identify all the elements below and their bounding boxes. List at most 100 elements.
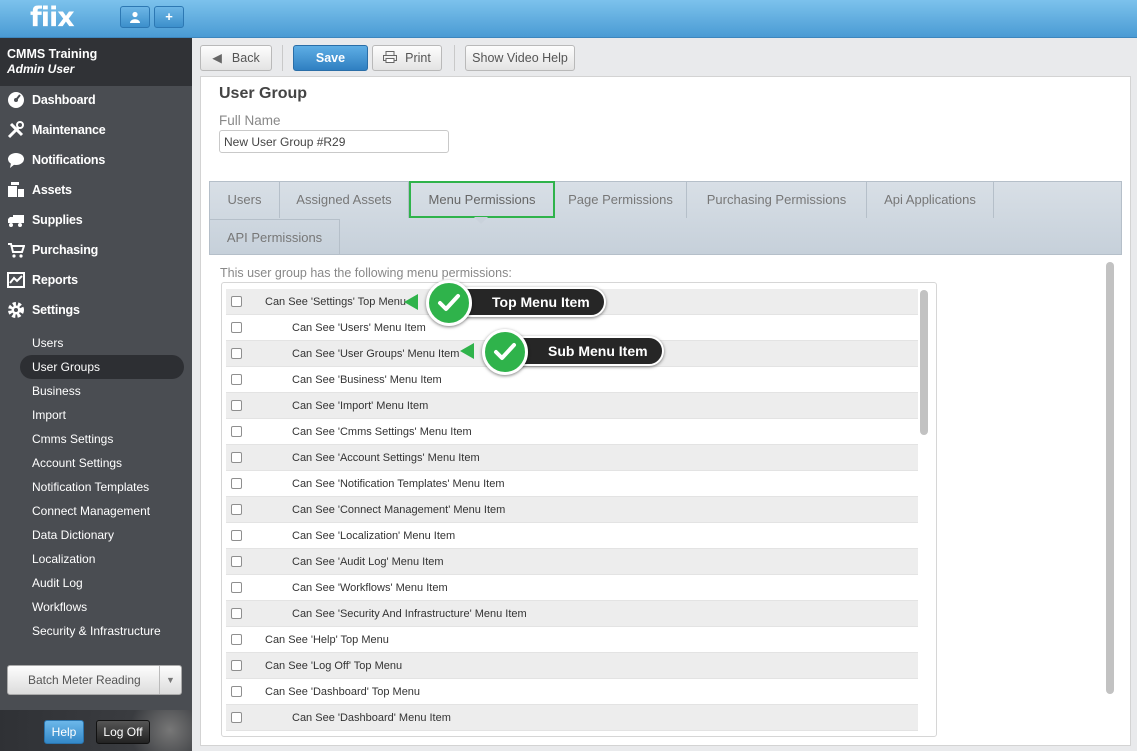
subnav-users[interactable]: Users — [20, 331, 184, 355]
subnav-user-groups[interactable]: User Groups — [20, 355, 184, 379]
nav-notifications[interactable]: Notifications — [0, 145, 192, 175]
permission-checkbox[interactable] — [231, 712, 242, 723]
permission-checkbox[interactable] — [231, 452, 242, 463]
subnav-audit-log[interactable]: Audit Log — [20, 571, 184, 595]
full-name-input[interactable] — [219, 130, 449, 153]
toolbar-divider — [454, 45, 455, 71]
permission-label: Can See 'Notification Templates' Menu It… — [292, 478, 505, 490]
nav-label: Purchasing — [32, 243, 99, 257]
speech-bubble-icon — [7, 151, 25, 169]
tab-api-applications[interactable]: Api Applications — [867, 182, 994, 218]
nav-maintenance[interactable]: Maintenance — [0, 115, 192, 145]
subnav-notification-templates[interactable]: Notification Templates — [20, 475, 184, 499]
tools-icon — [7, 121, 25, 139]
user-icon — [130, 11, 140, 23]
permission-checkbox[interactable] — [231, 530, 242, 541]
help-button[interactable]: Help — [44, 720, 84, 744]
print-button[interactable]: Print — [372, 45, 442, 71]
list-scrollbar[interactable] — [920, 290, 928, 435]
permission-checkbox[interactable] — [231, 296, 242, 307]
list-item[interactable]: Can See 'Workflows' Menu Item — [226, 575, 918, 601]
nav-assets[interactable]: Assets — [0, 175, 192, 205]
list-item[interactable]: Can See 'Audit Log' Menu Item — [226, 549, 918, 575]
fiix-logo[interactable]: fiix — [30, 2, 75, 33]
subnav-account-settings[interactable]: Account Settings — [20, 451, 184, 475]
nav-supplies[interactable]: Supplies — [0, 205, 192, 235]
permission-label: Can See 'Log Off' Top Menu — [265, 660, 403, 672]
nav-reports[interactable]: Reports — [0, 265, 192, 295]
nav-label: Settings — [32, 303, 80, 317]
subnav-import[interactable]: Import — [20, 403, 184, 427]
save-button[interactable]: Save — [293, 45, 368, 71]
list-item[interactable]: Can See 'Cmms Settings' Menu Item — [226, 419, 918, 445]
back-button[interactable]: ◀ Back — [200, 45, 272, 71]
nav-label: Maintenance — [32, 123, 106, 137]
subnav-cmms-settings[interactable]: Cmms Settings — [20, 427, 184, 451]
tab-assigned-assets[interactable]: Assigned Assets — [280, 182, 409, 218]
show-video-help-button[interactable]: Show Video Help — [465, 45, 575, 71]
permission-checkbox[interactable] — [231, 660, 242, 671]
list-item[interactable]: Can See 'Security And Infrastructure' Me… — [226, 601, 918, 627]
permission-label: Can See 'Import' Menu Item — [292, 400, 429, 412]
subnav-data-dictionary[interactable]: Data Dictionary — [20, 523, 184, 547]
list-item[interactable]: Can See 'Help' Top Menu — [226, 627, 918, 653]
nav-settings[interactable]: Settings — [0, 295, 192, 325]
permission-checkbox[interactable] — [231, 374, 242, 385]
list-item[interactable]: Can See 'Account Settings' Menu Item — [226, 445, 918, 471]
permission-checkbox[interactable] — [231, 686, 242, 697]
log-off-button[interactable]: Log Off — [96, 720, 150, 744]
add-button[interactable]: + — [154, 6, 184, 28]
nav-label: Dashboard — [32, 93, 96, 107]
callout-pointer — [404, 294, 418, 310]
permission-checkbox[interactable] — [231, 322, 242, 333]
permission-label: Can See 'Users' Menu Item — [292, 322, 426, 334]
permission-label: Can See 'Cmms Settings' Menu Item — [292, 426, 472, 438]
list-item[interactable]: Can See 'Dashboard' Menu Item — [226, 705, 918, 731]
list-item[interactable]: Can See 'Dashboard' Top Menu — [226, 679, 918, 705]
org-name: CMMS Training — [7, 47, 98, 61]
page-title: User Group — [219, 85, 308, 102]
subnav-workflows[interactable]: Workflows — [20, 595, 184, 619]
permission-checkbox[interactable] — [231, 556, 242, 567]
batch-label: Batch Meter Reading — [28, 673, 141, 687]
dashboard-icon — [7, 91, 25, 109]
permission-label: Can See 'Help' Top Menu — [265, 634, 389, 646]
permission-checkbox[interactable] — [231, 504, 242, 515]
chevron-down-icon[interactable]: ▼ — [159, 666, 181, 694]
permission-label: Can See 'Audit Log' Menu Item — [292, 556, 444, 568]
permission-checkbox[interactable] — [231, 608, 242, 619]
list-item[interactable]: Can See 'Import' Menu Item — [226, 393, 918, 419]
permission-label: Can See 'Dashboard' Menu Item — [292, 712, 451, 724]
chart-icon — [7, 271, 25, 289]
back-label: Back — [231, 51, 260, 65]
permission-checkbox[interactable] — [231, 348, 242, 359]
list-item[interactable]: Can See 'Log Off' Top Menu — [226, 653, 918, 679]
user-button[interactable] — [120, 6, 150, 28]
permission-checkbox[interactable] — [231, 400, 242, 411]
permission-checkbox[interactable] — [231, 426, 242, 437]
tab-menu-permissions[interactable]: Menu Permissions — [409, 181, 555, 218]
tab-purchasing-permissions[interactable]: Purchasing Permissions — [687, 182, 867, 218]
list-item[interactable]: Can See 'Business' Menu Item — [226, 367, 918, 393]
subnav-security-infrastructure[interactable]: Security & Infrastructure — [20, 619, 184, 643]
list-item[interactable]: Can See 'Localization' Menu Item — [226, 523, 918, 549]
org-header: CMMS Training Admin User — [0, 38, 192, 86]
permission-checkbox[interactable] — [231, 582, 242, 593]
permission-label: Can See 'Dashboard' Top Menu — [265, 686, 421, 698]
subnav-connect-management[interactable]: Connect Management — [20, 499, 184, 523]
subnav-localization[interactable]: Localization — [20, 547, 184, 571]
batch-meter-reading-button[interactable]: Batch Meter Reading ▼ — [7, 665, 182, 695]
panel-scrollbar[interactable] — [1106, 262, 1114, 694]
nav-purchasing[interactable]: Purchasing — [0, 235, 192, 265]
cart-icon — [7, 241, 26, 259]
nav-label: Assets — [32, 183, 72, 197]
permission-checkbox[interactable] — [231, 478, 242, 489]
subnav-business[interactable]: Business — [20, 379, 184, 403]
tab-page-permissions[interactable]: Page Permissions — [555, 182, 687, 218]
tab-api-permissions[interactable]: API Permissions — [210, 219, 340, 255]
permission-checkbox[interactable] — [231, 634, 242, 645]
list-item[interactable]: Can See 'Connect Management' Menu Item — [226, 497, 918, 523]
nav-dashboard[interactable]: Dashboard — [0, 85, 192, 115]
tab-users[interactable]: Users — [210, 182, 280, 218]
list-item[interactable]: Can See 'Notification Templates' Menu It… — [226, 471, 918, 497]
